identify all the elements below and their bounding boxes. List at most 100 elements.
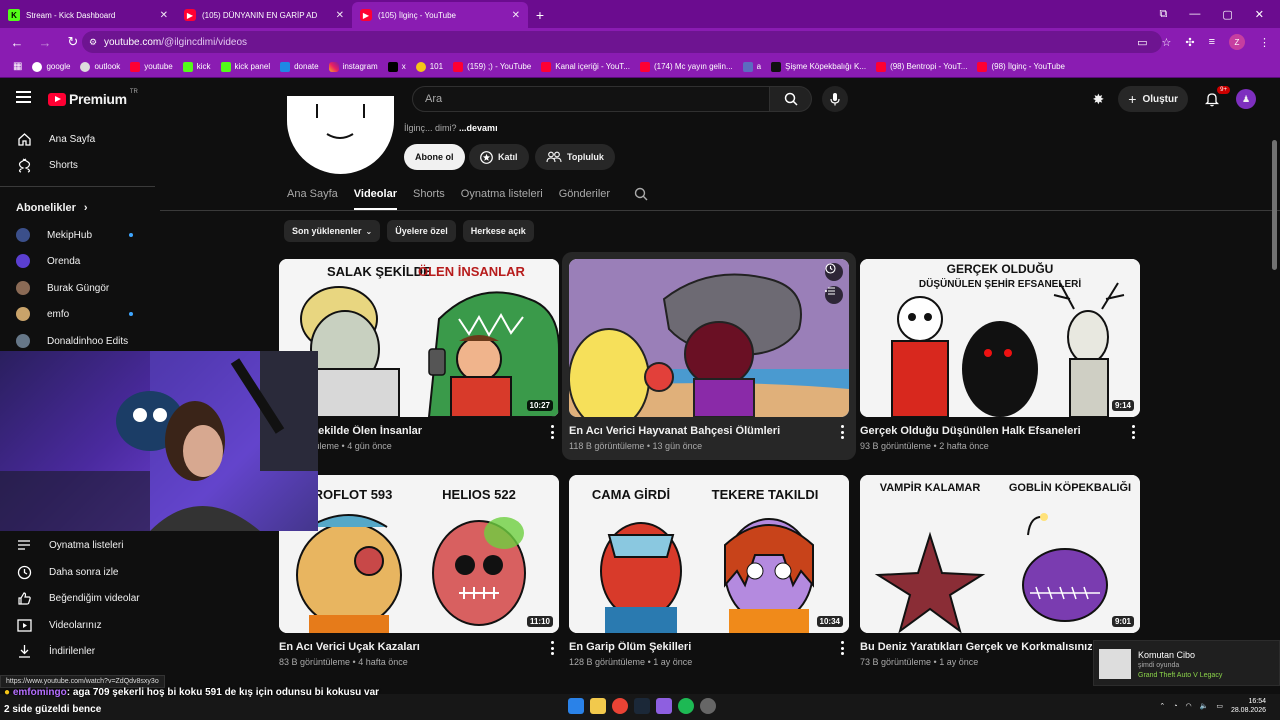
chip-latest[interactable]: Son yüklenenler ⌄ — [284, 220, 381, 242]
bookmark-item[interactable]: kick panel — [216, 61, 276, 72]
video-title[interactable]: En Acı Verici Hayvanat Bahçesi Ölümleri — [569, 425, 824, 437]
chrome-icon[interactable] — [612, 698, 628, 714]
steam-notification[interactable]: Komutan Cibo şimdi oyunda Grand Theft Au… — [1093, 640, 1280, 686]
video-thumbnail[interactable]: AEROFLOT 593 HELIOS 522 11:10 — [279, 475, 559, 633]
sidebar-item-liked[interactable]: Beğendiğim videolar — [0, 585, 155, 611]
sidebar-item-downloads[interactable]: İndirilenler — [0, 638, 155, 664]
profile-avatar[interactable]: Z — [1229, 34, 1245, 50]
more-vert-icon[interactable] — [547, 641, 557, 655]
youtube-logo[interactable]: Premium TR — [48, 89, 138, 107]
video-thumbnail[interactable] — [569, 259, 849, 417]
sidebar-item-home[interactable]: Ana Sayfa — [0, 126, 155, 152]
restore-icon[interactable]: ▢ — [1222, 8, 1232, 21]
bookmark-item[interactable]: x — [383, 61, 411, 72]
menu-icon[interactable] — [16, 91, 31, 103]
bookmark-star-icon[interactable]: ☆ — [1161, 36, 1171, 49]
video-thumbnail[interactable]: SALAK ŞEKİLDE ÖLEN İNSANLAR 10:27 — [279, 259, 559, 417]
obs-icon[interactable] — [700, 698, 716, 714]
back-icon[interactable]: ← — [6, 35, 28, 50]
video-card[interactable]: SALAK ŞEKİLDE ÖLEN İNSANLAR 10:27 Salak … — [279, 259, 559, 459]
media-icon[interactable]: ≡ — [1209, 36, 1215, 48]
file-explorer-icon[interactable] — [590, 698, 606, 714]
twitch-icon[interactable] — [656, 698, 672, 714]
battery-icon[interactable]: ▭ — [1216, 702, 1223, 710]
community-button[interactable]: Topluluk — [535, 144, 615, 170]
bookmark-item[interactable]: (98) İlginç - YouTube — [972, 61, 1070, 72]
more-vert-icon[interactable] — [837, 641, 847, 655]
account-avatar[interactable]: ♟ — [1236, 89, 1256, 109]
bookmark-item[interactable]: a — [738, 61, 766, 72]
extensions-icon[interactable]: ✣ — [1185, 36, 1194, 49]
system-clock[interactable]: 16:54 28.08.2026 — [1231, 697, 1266, 715]
close-icon[interactable]: ✕ — [336, 10, 344, 21]
create-button[interactable]: + Oluştur — [1118, 86, 1188, 112]
subscribe-button[interactable]: Abone ol — [404, 144, 465, 170]
bookmark-item[interactable]: 101 — [411, 61, 448, 72]
notifications-button[interactable]: 9+ — [1202, 86, 1230, 109]
bookmark-item[interactable]: outlook — [75, 61, 125, 72]
tab-playlists[interactable]: Oynatma listeleri — [461, 184, 543, 210]
chip-public[interactable]: Herkese açık — [462, 220, 534, 242]
gemini-spark-icon[interactable]: ✸ — [1093, 91, 1105, 108]
video-card[interactable]: En Acı Verici Hayvanat Bahçesi Ölümleri … — [569, 259, 849, 459]
more-vert-icon[interactable] — [1128, 425, 1138, 439]
bookmark-item[interactable]: google — [27, 61, 75, 72]
more-link[interactable]: ...devamı — [459, 123, 498, 133]
voice-search-button[interactable] — [822, 86, 848, 112]
video-card[interactable]: AEROFLOT 593 HELIOS 522 11:10 En Acı Ver… — [279, 475, 559, 675]
cast-icon[interactable]: ▭ — [1137, 36, 1147, 49]
tab-shorts[interactable]: Shorts — [413, 184, 445, 210]
video-thumbnail[interactable]: VAMPİR KALAMAR GOBLİN KÖPEKBALIĞI 9:01 — [860, 475, 1140, 633]
close-icon[interactable]: ✕ — [512, 10, 520, 21]
more-menu-icon[interactable]: ⋮ — [1259, 36, 1270, 49]
more-vert-icon[interactable] — [837, 425, 847, 439]
video-thumbnail[interactable]: CAMA GİRDİ TEKERE TAKILDI 10:34 — [569, 475, 849, 633]
sidebar-sub-emfo[interactable]: emfo — [0, 301, 155, 327]
more-vert-icon[interactable] — [547, 425, 557, 439]
sidebar-sub-mekiphub[interactable]: MekipHub — [0, 222, 155, 248]
join-button[interactable]: Katıl — [469, 144, 529, 170]
browser-tab-yt-active[interactable]: ▶ (105) İlginç - YouTube ✕ — [352, 2, 528, 28]
apps-icon[interactable]: ▦ — [8, 61, 27, 72]
new-tab-button[interactable]: + — [528, 2, 552, 28]
channel-avatar-large[interactable] — [287, 96, 394, 174]
page-scrollbar[interactable] — [1272, 140, 1277, 270]
channel-description[interactable]: İlginç... dimi? ...devamı — [404, 123, 498, 133]
bookmark-item[interactable]: instagram — [324, 61, 383, 72]
steam-icon[interactable] — [634, 698, 650, 714]
volume-icon[interactable]: 🔈 — [1200, 702, 1209, 710]
start-icon[interactable] — [568, 698, 584, 714]
copy-window-icon[interactable]: ⧉ — [1160, 8, 1168, 21]
sidebar-item-playlists[interactable]: Oynatma listeleri — [0, 532, 155, 558]
tab-posts[interactable]: Gönderiler — [559, 184, 610, 210]
channel-search-icon[interactable] — [626, 184, 648, 210]
close-icon[interactable]: ✕ — [160, 10, 168, 21]
bookmark-item[interactable]: kick — [178, 61, 216, 72]
subscriptions-heading[interactable]: Abonelikler › — [16, 202, 88, 214]
search-button[interactable] — [770, 86, 812, 112]
wifi-icon[interactable]: ◠ — [1186, 702, 1192, 710]
tab-home[interactable]: Ana Sayfa — [287, 184, 338, 210]
sidebar-item-shorts[interactable]: Shorts — [0, 152, 155, 178]
bookmark-item[interactable]: Şişme Köpekbalığı K... — [766, 61, 871, 72]
bookmark-item[interactable]: (174) Mc yayın gelin... — [635, 61, 738, 72]
reload-icon[interactable]: ↻ — [62, 34, 84, 50]
close-window-icon[interactable]: ✕ — [1255, 8, 1264, 21]
site-info-icon[interactable]: ⚙ — [89, 37, 97, 48]
watch-later-icon[interactable] — [825, 263, 843, 281]
network-icon[interactable]: ◔ — [1173, 703, 1177, 710]
bookmark-item[interactable]: donate — [275, 61, 323, 72]
sidebar-sub-orenda[interactable]: Orenda — [0, 248, 155, 274]
search-input[interactable]: Ara — [412, 86, 770, 112]
sidebar-item-watch-later[interactable]: Daha sonra izle — [0, 559, 155, 585]
add-to-queue-icon[interactable] — [825, 286, 843, 304]
forward-icon[interactable]: → — [34, 35, 56, 50]
video-title[interactable]: En Acı Verici Uçak Kazaları — [279, 641, 534, 653]
tab-videos[interactable]: Videolar — [353, 184, 397, 210]
bookmark-item[interactable]: (98) Bentropi - YouT... — [871, 61, 972, 72]
chip-members-only[interactable]: Üyelere özel — [387, 220, 456, 242]
video-card[interactable]: GERÇEK OLDUĞU DÜŞÜNÜLEN ŞEHİR EFSANELERİ… — [860, 259, 1140, 459]
browser-tab-yt-1[interactable]: ▶ (105) DÜNYANIN EN GARİP AD ✕ — [176, 2, 352, 28]
bookmark-item[interactable]: Kanal içeriği - YouT... — [536, 61, 635, 72]
url-field[interactable]: ⚙ youtube.com/@ilgincdimi/videos — [82, 31, 1162, 53]
